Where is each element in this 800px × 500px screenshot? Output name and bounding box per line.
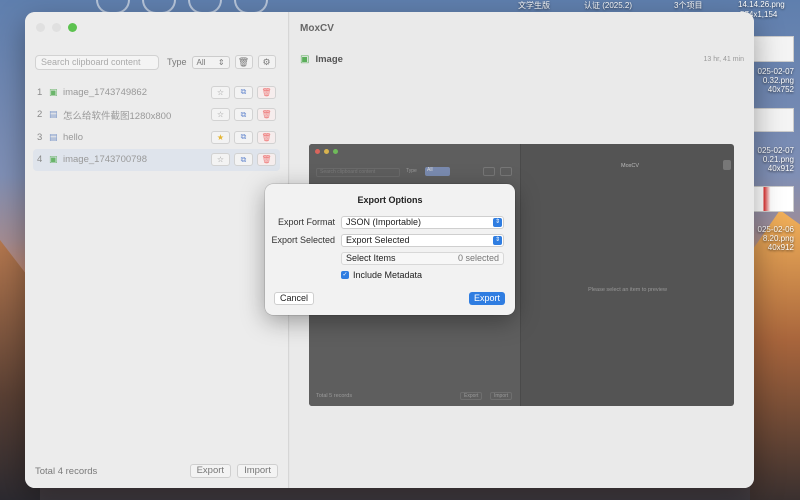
preview-image-export: Export xyxy=(460,392,483,400)
select-items-field[interactable]: Select Items 0 selected xyxy=(341,252,504,265)
item-index: 1 xyxy=(37,86,43,98)
dialog-title: Export Options xyxy=(357,195,423,205)
gear-icon: ⚙ xyxy=(262,56,271,67)
checkmark-icon: ✓ xyxy=(341,271,349,279)
preview-image-record-count: Total 5 records xyxy=(316,393,353,399)
copy-button[interactable]: ⧉ xyxy=(234,153,253,167)
selected-count: 0 selected xyxy=(457,253,499,263)
chevron-updown-icon: ⇕ xyxy=(493,218,502,227)
image-icon: ▣ xyxy=(49,154,58,165)
include-metadata-label: Include Metadata xyxy=(353,270,423,280)
preview-image-import: Import xyxy=(490,392,513,400)
preview-image-trash-icon xyxy=(483,167,495,176)
preview-image-gear-icon xyxy=(500,167,512,176)
preview-image-window-controls xyxy=(315,149,338,154)
item-label: image_1743700798 xyxy=(63,154,147,166)
image-icon: ▣ xyxy=(300,54,310,65)
star-filled-button[interactable]: ★ xyxy=(211,130,230,144)
app-title: MoxCV xyxy=(300,23,334,34)
export-confirm-button[interactable]: Export xyxy=(468,292,505,305)
zoom-window-button[interactable] xyxy=(68,23,77,32)
item-index: 2 xyxy=(37,109,43,121)
export-options-dialog: Export Options Export Format JSON (Impor… xyxy=(265,184,515,315)
star-button[interactable]: ☆ xyxy=(211,153,230,167)
type-label: Type xyxy=(167,57,187,67)
preview-image-title: MoxCV xyxy=(621,163,640,169)
trash-icon: 🗑 xyxy=(237,56,250,67)
export-selected-row: Export Selected Export Selected ⇕ xyxy=(265,234,515,247)
desktop-label[interactable]: 14.14.26.png xyxy=(738,0,785,9)
star-button[interactable]: ☆ xyxy=(211,108,230,122)
item-label: image_1743749862 xyxy=(63,86,147,98)
document-icon: ▤ xyxy=(49,109,58,120)
preview-header: ▣ Image 13 hr, 41 min xyxy=(300,54,744,65)
preview-kind: Image xyxy=(315,54,343,65)
export-format-label: Export Format xyxy=(277,217,335,227)
preview-image-type-label: Type xyxy=(406,168,417,174)
export-selected-value: Export Selected xyxy=(346,235,410,245)
chevron-updown-icon: ⇕ xyxy=(217,57,225,67)
delete-button[interactable]: 🗑 xyxy=(257,130,276,144)
star-button[interactable]: ☆ xyxy=(211,85,230,99)
record-count: Total 4 records xyxy=(35,465,98,477)
wallpaper-mountain-right xyxy=(750,210,800,500)
preview-timestamp: 13 hr, 41 min xyxy=(703,56,744,63)
trash-all-button[interactable]: 🗑 xyxy=(234,55,253,69)
export-format-row: Export Format JSON (Importable) ⇕ xyxy=(265,216,515,229)
export-format-value: JSON (Importable) xyxy=(346,217,422,227)
include-metadata-checkbox[interactable]: ✓ Include Metadata xyxy=(341,270,422,280)
delete-button[interactable]: 🗑 xyxy=(257,85,276,99)
preview-image-corner-icon xyxy=(723,160,731,170)
preview-image-type-select: All xyxy=(425,167,450,176)
settings-button[interactable]: ⚙ xyxy=(257,55,276,69)
search-input[interactable]: Search clipboard content xyxy=(35,54,159,70)
desktop-label[interactable]: 认证 (2025.2) xyxy=(584,0,632,11)
copy-button[interactable]: ⧉ xyxy=(234,130,253,144)
list-item[interactable]: 3 ▤ hello ★ ⧉ 🗑 xyxy=(33,126,280,149)
window-controls xyxy=(36,23,77,32)
chevron-updown-icon: ⇕ xyxy=(493,236,502,245)
item-label: hello xyxy=(63,131,84,143)
import-button[interactable]: Import xyxy=(237,464,278,478)
sidebar: Search clipboard content Type All ⇕ 🗑 ⚙ … xyxy=(25,12,289,488)
close-window-button[interactable] xyxy=(36,23,45,32)
list-item[interactable]: 1 ▣ image_1743749862 ☆ ⧉ 🗑 xyxy=(33,81,280,104)
item-index: 3 xyxy=(37,131,43,143)
cancel-button[interactable]: Cancel xyxy=(274,292,315,305)
type-select-value: All xyxy=(196,57,206,67)
export-selected-label: Export Selected xyxy=(271,235,335,245)
list-item-selected[interactable]: 4 ▣ image_1743700798 ☆ ⧉ 🗑 xyxy=(33,148,280,171)
sidebar-footer: Total 4 records Export Import xyxy=(35,464,278,478)
clipboard-list: 1 ▣ image_1743749862 ☆ ⧉ 🗑 2 ▤ 怎么给软件截图12… xyxy=(33,81,280,171)
item-index: 4 xyxy=(37,154,43,166)
sidebar-toolbar: Search clipboard content Type All ⇕ 🗑 ⚙ xyxy=(35,54,278,70)
preview-image-empty-text: Please select an item to preview xyxy=(588,287,667,293)
delete-button[interactable]: 🗑 xyxy=(257,108,276,122)
delete-button[interactable]: 🗑 xyxy=(257,153,276,167)
type-select[interactable]: All ⇕ xyxy=(191,55,230,69)
export-format-select[interactable]: JSON (Importable) ⇕ xyxy=(341,216,504,229)
export-button[interactable]: Export xyxy=(189,464,232,478)
document-icon: ▤ xyxy=(49,131,58,142)
image-icon: ▣ xyxy=(49,86,58,97)
preview-image-search: Search clipboard content xyxy=(316,168,400,177)
desktop-label[interactable]: 文学生版 xyxy=(518,0,550,11)
select-items-label: Select Items xyxy=(346,253,396,263)
copy-button[interactable]: ⧉ xyxy=(234,85,253,99)
list-item[interactable]: 2 ▤ 怎么给软件截图1280x800 ☆ ⧉ 🗑 xyxy=(33,104,280,127)
desktop-label[interactable]: 3个项目 xyxy=(674,0,702,11)
minimize-window-button[interactable] xyxy=(52,23,61,32)
export-selected-select[interactable]: Export Selected ⇕ xyxy=(341,234,504,247)
item-label: 怎么给软件截图1280x800 xyxy=(63,110,172,122)
copy-button[interactable]: ⧉ xyxy=(234,108,253,122)
